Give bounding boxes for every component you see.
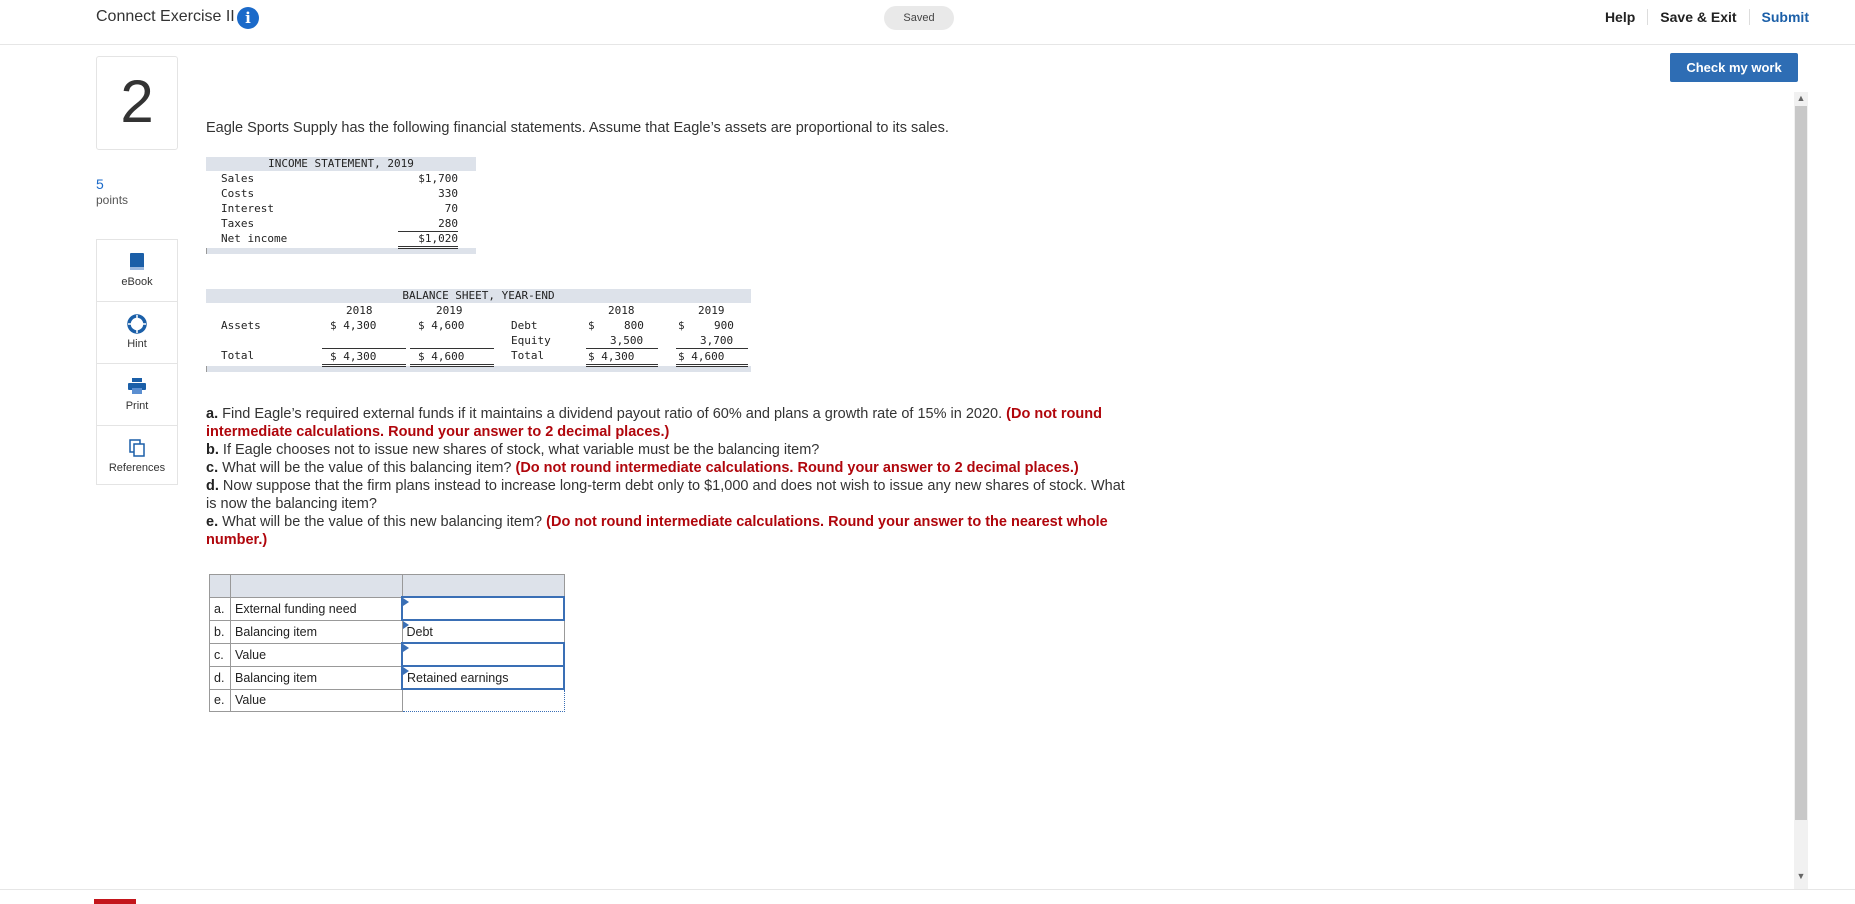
income-statement-title: INCOME STATEMENT, 2019 [206, 157, 476, 171]
table-row: b. Balancing item Debt [209, 619, 565, 644]
balance-sheet: BALANCE SHEET, YEAR-END 2018 2019 2018 2… [206, 289, 751, 372]
footer-indicator [94, 899, 136, 904]
question-number: 2 [120, 68, 154, 135]
book-icon [130, 253, 144, 270]
balance-sheet-title: BALANCE SHEET, YEAR-END [206, 289, 751, 303]
answer-table: a. External funding need b. Balancing it… [209, 574, 565, 712]
flag-icon [403, 598, 409, 606]
new-balancing-item-select[interactable]: Retained earnings [401, 665, 565, 690]
tool-hint[interactable]: Hint [97, 302, 177, 364]
check-my-work-button[interactable]: Check my work [1670, 53, 1798, 82]
table-row: Interest 70 [221, 202, 458, 215]
footer-divider [0, 889, 1855, 890]
table-row: Total $ 4,300 $ 4,600 Total $ 4,300 $ 4,… [206, 348, 751, 367]
new-balancing-value-input[interactable] [401, 688, 565, 712]
table-row: e. Value [209, 688, 565, 712]
tool-label: eBook [121, 276, 153, 288]
help-link[interactable]: Help [1593, 9, 1647, 25]
info-icon[interactable]: i [237, 7, 259, 29]
table-header-row [209, 574, 565, 598]
question-a: a. Find Eagle’s required external funds … [206, 406, 1102, 440]
table-row: Taxes 280 [221, 217, 458, 232]
scroll-down-icon[interactable]: ▼ [1795, 870, 1807, 882]
printer-icon [128, 378, 146, 394]
balancing-value-input[interactable] [401, 642, 565, 667]
app-title: Connect Exercise II [96, 8, 235, 25]
top-actions: Help Save & Exit Submit [1593, 9, 1821, 25]
top-bar: Connect Exercise II i Saved Help Save & … [0, 0, 1855, 45]
save-exit-link[interactable]: Save & Exit [1647, 9, 1748, 25]
tool-label: References [108, 462, 166, 474]
tool-label: Hint [127, 338, 147, 350]
external-funding-input[interactable] [401, 596, 565, 621]
points-label: points [96, 193, 129, 207]
tool-print[interactable]: Print [97, 364, 177, 426]
saved-badge: Saved [884, 6, 954, 30]
table-row: Net income $1,020 [206, 231, 476, 249]
tool-ebook[interactable]: eBook [97, 240, 177, 302]
table-row: 2018 2019 2018 2019 [346, 304, 725, 317]
flag-icon [403, 667, 409, 675]
intro-text: Eagle Sports Supply has the following fi… [206, 120, 949, 136]
question-c: c. What will be the value of this balanc… [206, 460, 1079, 476]
scroll-up-icon[interactable]: ▲ [1795, 92, 1807, 104]
table-row: Equity 3,500 3,700 [511, 334, 734, 347]
side-tools: eBook Hint Print References [96, 239, 178, 485]
question-number-box: 2 [96, 56, 178, 150]
question-b: b. If Eagle chooses not to issue new sha… [206, 442, 820, 458]
table-row: c. Value [209, 642, 565, 667]
scrollbar-thumb[interactable] [1795, 106, 1807, 820]
income-statement: INCOME STATEMENT, 2019 Sales $1,700 Costs… [206, 157, 476, 254]
question-text: a. Find Eagle’s required external funds … [206, 405, 1136, 549]
table-row: d. Balancing item Retained earnings [209, 665, 565, 690]
question-d: d. Now suppose that the firm plans inste… [206, 478, 1125, 512]
balancing-item-select[interactable]: Debt [401, 619, 565, 644]
flag-icon [402, 621, 409, 629]
question-e: e. What will be the value of this new ba… [206, 514, 1108, 548]
flag-icon [403, 644, 409, 652]
copy-icon [129, 439, 145, 457]
table-row: Assets $ 4,300 $ 4,600 Debt $ 800 $ 900 [221, 319, 734, 332]
submit-link[interactable]: Submit [1748, 9, 1821, 25]
tool-references[interactable]: References [97, 426, 177, 487]
table-row: Sales $1,700 [221, 172, 458, 185]
tool-label: Print [125, 400, 149, 412]
table-row: Costs 330 [221, 187, 458, 200]
points-value: 5 [96, 176, 104, 192]
table-row: a. External funding need [209, 596, 565, 621]
lifebuoy-icon [127, 314, 147, 334]
